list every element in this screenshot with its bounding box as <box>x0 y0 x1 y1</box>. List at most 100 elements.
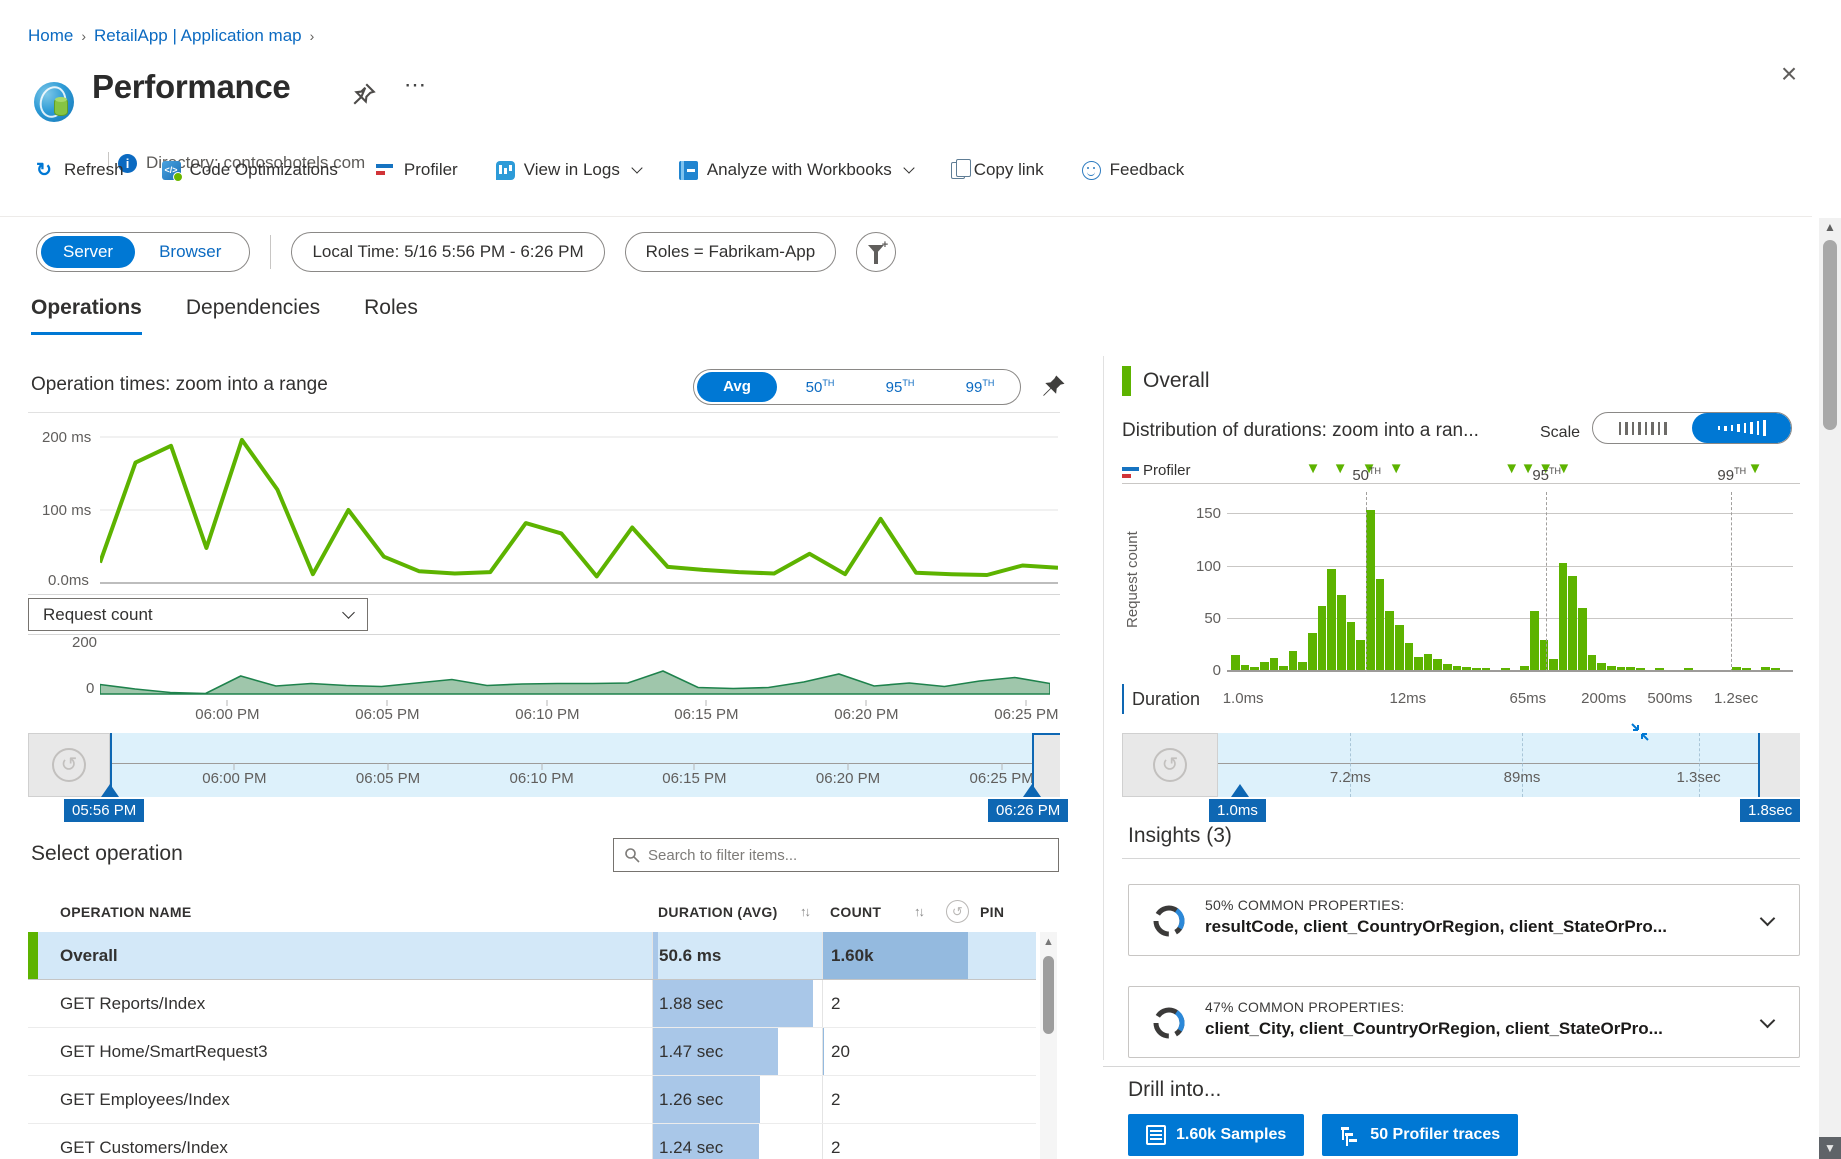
brush-end-label[interactable]: 06:26 PM <box>988 799 1068 822</box>
hist-y-tick: 0 <box>1161 662 1221 679</box>
duration-histogram[interactable]: 50TH95TH99TH <box>1227 488 1793 672</box>
brush-start-handle[interactable] <box>101 784 119 797</box>
insight-card[interactable]: 47% COMMON PROPERTIES:client_City, clien… <box>1128 986 1800 1058</box>
search-input[interactable] <box>648 847 1048 864</box>
scrollbar-thumb[interactable] <box>1823 240 1837 430</box>
search-box[interactable] <box>613 838 1059 872</box>
samples-button[interactable]: 1.60k Samples <box>1128 1114 1304 1156</box>
column-duration[interactable]: DURATION (AVG) <box>658 904 778 920</box>
linear-scale-button[interactable] <box>1593 413 1692 443</box>
profiler-trace-marker-icon[interactable]: ▼ <box>1504 460 1519 477</box>
duration-cell: 1.47 sec <box>652 1028 822 1075</box>
brush-start-label[interactable]: 05:56 PM <box>64 799 144 822</box>
table-row[interactable]: GET Reports/Index1.88 sec2 <box>28 980 1036 1028</box>
insight-properties: client_City, client_CountryOrRegion, cli… <box>1205 1019 1725 1039</box>
local-time-filter-pill[interactable]: Local Time: 5/16 5:56 PM - 6:26 PM <box>291 232 604 272</box>
toolbar-analyze-with-workbooks[interactable]: Analyze with Workbooks <box>679 160 913 180</box>
profiler-icon <box>1122 464 1137 477</box>
tab-roles[interactable]: Roles <box>364 296 418 335</box>
profiler-trace-marker-icon[interactable]: ▼ <box>1306 460 1321 477</box>
percentile-label: 95TH <box>1532 466 1561 484</box>
toolbar-copy-link[interactable]: Copy link <box>951 160 1044 180</box>
percentile-option-50[interactable]: 50TH <box>780 378 860 396</box>
tab-operations[interactable]: Operations <box>31 296 142 335</box>
breadcrumb-application-map[interactable]: RetailApp | Application map <box>94 26 302 46</box>
operation-times-line-chart[interactable] <box>100 425 1058 593</box>
pin-chart-icon[interactable] <box>1042 374 1066 398</box>
table-row[interactable]: GET Home/SmartRequest31.47 sec20 <box>28 1028 1036 1076</box>
percentile-line: 99TH <box>1731 492 1732 672</box>
profiler-trace-marker-icon[interactable]: ▼ <box>1389 460 1404 477</box>
reset-duration-zoom-button[interactable]: ↺ <box>1122 733 1218 797</box>
histogram-bar <box>1520 666 1529 670</box>
toolbar-view-in-logs[interactable]: View in Logs <box>496 160 641 180</box>
page-scrollbar[interactable]: ▲ ▼ <box>1819 218 1841 1159</box>
brush-unselected-region[interactable] <box>1758 733 1800 797</box>
close-icon[interactable]: × <box>1772 58 1806 92</box>
duration-brush-start-label[interactable]: 1.0ms <box>1209 799 1266 822</box>
toolbar-item-label: View in Logs <box>524 160 620 180</box>
toolbar-item-label: Analyze with Workbooks <box>707 160 892 180</box>
profiler-trace-marker-icon[interactable]: ▼ <box>1748 460 1763 477</box>
toolbar-code-optimizations[interactable]: </>Code Optimizations <box>162 160 338 180</box>
percentile-option-95[interactable]: 95TH <box>860 378 940 396</box>
browser-segment[interactable]: Browser <box>137 236 243 268</box>
chevron-down-icon[interactable] <box>1760 911 1776 927</box>
chevron-down-icon <box>342 606 355 619</box>
histogram-bar <box>1684 668 1693 670</box>
column-operation-name[interactable]: OPERATION NAME <box>60 904 192 920</box>
table-row[interactable]: GET Customers/Index1.24 sec2 <box>28 1124 1036 1159</box>
server-browser-toggle[interactable]: Server Browser <box>36 232 250 272</box>
table-row[interactable]: Overall50.6 ms1.60k <box>28 932 1036 980</box>
histogram-bar <box>1385 611 1394 670</box>
histogram-bar <box>1462 667 1471 670</box>
collapse-icon[interactable] <box>1630 722 1650 742</box>
scrollbar-thumb[interactable] <box>1043 956 1054 1034</box>
log-scale-button[interactable] <box>1692 413 1791 443</box>
table-scrollbar[interactable]: ▲ <box>1040 932 1057 1159</box>
column-count[interactable]: COUNT <box>830 904 881 920</box>
scroll-up-icon[interactable]: ▲ <box>1040 936 1057 948</box>
table-row[interactable]: GET Employees/Index1.26 sec2 <box>28 1076 1036 1124</box>
breadcrumb-home[interactable]: Home <box>28 26 73 46</box>
time-range-brush[interactable]: 06:00 PM06:05 PM06:10 PM06:15 PM06:20 PM… <box>110 733 1032 797</box>
scroll-up-icon[interactable]: ▲ <box>1819 220 1841 234</box>
sort-duration-icon[interactable]: ↑↓ <box>800 904 809 919</box>
brush-duration-label: 7.2ms <box>1330 769 1371 786</box>
histogram-bar <box>1260 662 1269 671</box>
insight-card[interactable]: 50% COMMON PROPERTIES:resultCode, client… <box>1128 884 1800 956</box>
histogram-bar <box>1395 625 1404 670</box>
more-options-icon[interactable]: ⋯ <box>404 72 428 98</box>
roles-filter-pill[interactable]: Roles = Fabrikam-App <box>625 232 837 272</box>
chevron-down-icon[interactable] <box>1760 1013 1776 1029</box>
percentile-option-avg[interactable]: Avg <box>697 372 777 402</box>
duration-cell: 1.24 sec <box>652 1124 822 1159</box>
brush-duration-label: 89ms <box>1504 769 1541 786</box>
toolbar-feedback[interactable]: Feedback <box>1082 160 1185 180</box>
pin-icon[interactable] <box>352 82 376 106</box>
unpin-all-icon[interactable]: ↺ <box>946 900 969 923</box>
scroll-down-icon[interactable]: ▼ <box>1819 1137 1841 1159</box>
profiler-traces-button[interactable]: 50 Profiler traces <box>1322 1114 1518 1156</box>
add-filter-button[interactable]: + <box>856 232 896 272</box>
select-operation-title: Select operation <box>31 842 183 866</box>
tab-dependencies[interactable]: Dependencies <box>186 296 320 335</box>
histogram-bar <box>1761 667 1770 670</box>
duration-range-brush[interactable]: 7.2ms89ms1.3sec <box>1218 733 1758 797</box>
reset-zoom-button[interactable]: ↺ <box>28 733 110 797</box>
histogram-bar <box>1568 576 1577 670</box>
toolbar-profiler[interactable]: Profiler <box>376 160 458 180</box>
feedback-icon <box>1082 161 1101 180</box>
brush-end-handle[interactable] <box>1023 784 1041 797</box>
duration-ticks: 1.0ms12ms65ms200ms500ms1.2sec <box>1229 690 1795 712</box>
percentile-option-99[interactable]: 99TH <box>940 378 1020 396</box>
metric-dropdown[interactable]: Request count <box>28 598 368 631</box>
duration-brush-end-label[interactable]: 1.8sec <box>1740 799 1800 822</box>
duration-brush-start-handle[interactable] <box>1231 784 1249 797</box>
server-segment[interactable]: Server <box>41 236 135 268</box>
toolbar-refresh[interactable]: ↻Refresh <box>36 160 124 180</box>
request-count-area-chart[interactable] <box>100 640 1050 696</box>
profiler-trace-marker-icon[interactable]: ▼ <box>1333 460 1348 477</box>
brush-tick-mark <box>694 763 695 770</box>
sort-count-icon[interactable]: ↑↓ <box>914 904 923 919</box>
